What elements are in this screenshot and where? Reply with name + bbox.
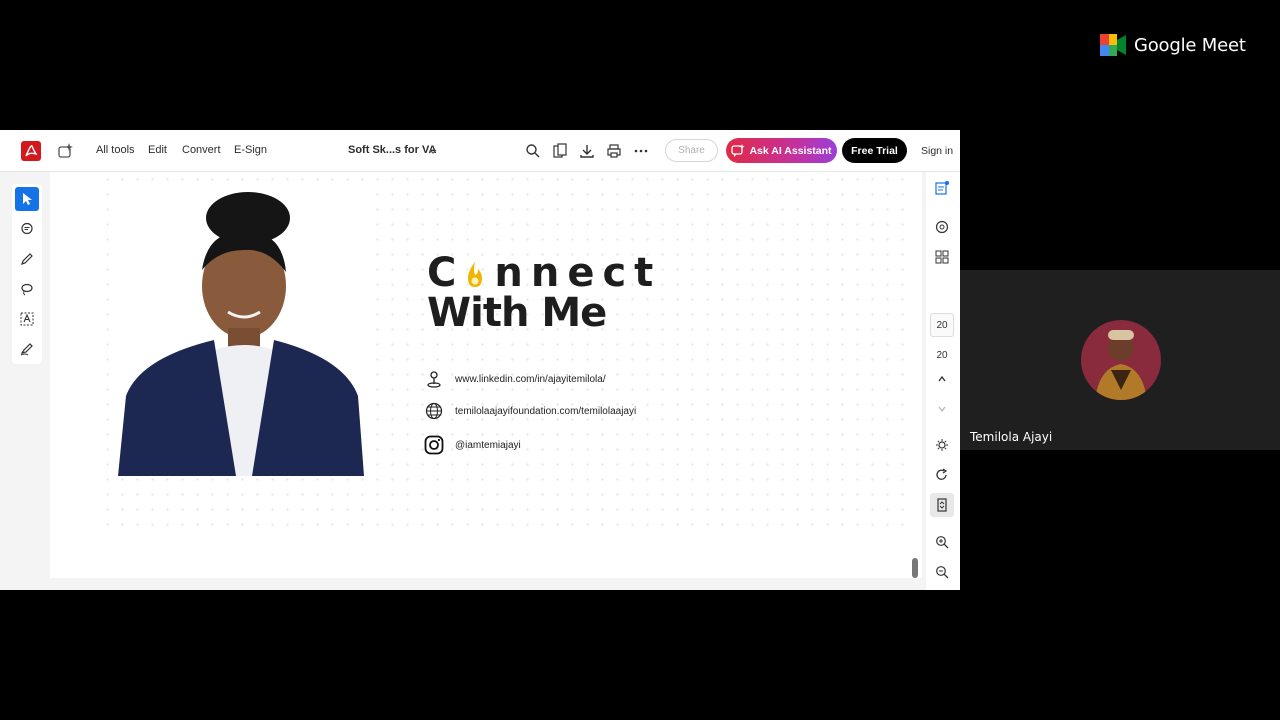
meet-camera-icon bbox=[1100, 34, 1126, 56]
ai-summary-icon[interactable] bbox=[930, 176, 954, 200]
zoom-in-icon[interactable] bbox=[930, 530, 954, 554]
search-icon[interactable] bbox=[522, 140, 544, 162]
share-button[interactable]: Share bbox=[665, 139, 718, 162]
page-fit-icon[interactable] bbox=[930, 493, 954, 517]
download-icon[interactable] bbox=[576, 140, 598, 162]
meet-stage: Google Meet Temilola Ajayi All tools Edi… bbox=[0, 0, 1280, 720]
chevron-up-icon[interactable] bbox=[930, 367, 954, 391]
contact-instagram-text: @iamtemiajayi bbox=[455, 439, 521, 451]
flame-o-icon bbox=[464, 253, 486, 287]
rotate-icon[interactable] bbox=[930, 463, 954, 487]
print-icon[interactable] bbox=[603, 140, 625, 162]
highlight-pen-icon[interactable] bbox=[15, 247, 39, 271]
comment-tool-icon[interactable] bbox=[15, 217, 39, 241]
chevron-down-icon[interactable] bbox=[930, 397, 954, 421]
select-tool-icon[interactable] bbox=[15, 187, 39, 211]
comments-panel-icon[interactable] bbox=[930, 215, 954, 239]
current-page-field[interactable]: 20 bbox=[930, 313, 954, 337]
thumbnails-grid-icon[interactable] bbox=[930, 245, 954, 269]
vertical-scrollbar[interactable] bbox=[912, 558, 918, 578]
sign-in-link[interactable]: Sign in bbox=[921, 145, 953, 157]
ai-chat-icon bbox=[731, 143, 746, 157]
menu-edit[interactable]: Edit bbox=[148, 144, 167, 156]
zoom-out-icon[interactable] bbox=[930, 560, 954, 584]
profile-photo bbox=[118, 190, 364, 476]
contact-instagram[interactable]: @iamtemiajayi bbox=[423, 434, 521, 456]
google-meet-logo: Google Meet bbox=[1100, 34, 1246, 56]
lasso-tool-icon[interactable] bbox=[15, 277, 39, 301]
acrobat-logo-icon[interactable] bbox=[20, 140, 42, 162]
text-box-icon[interactable] bbox=[15, 307, 39, 331]
free-trial-button[interactable]: Free Trial bbox=[842, 138, 907, 163]
shared-screen: All tools Edit Convert E-Sign Soft Sk...… bbox=[0, 130, 960, 590]
menu-all-tools[interactable]: All tools bbox=[96, 144, 135, 156]
viewer-toolbar: All tools Edit Convert E-Sign Soft Sk...… bbox=[0, 130, 960, 172]
document-page: C nnect With Me www.linkedin.com/in/ajay… bbox=[50, 172, 922, 578]
ai-magic-icon[interactable] bbox=[54, 140, 76, 162]
brightness-icon[interactable] bbox=[930, 433, 954, 457]
participant-avatar bbox=[1081, 320, 1161, 400]
instagram-icon bbox=[423, 434, 445, 456]
total-pages: 20 bbox=[936, 349, 948, 361]
globe-icon bbox=[423, 400, 445, 422]
contact-website[interactable]: temilolaajayifoundation.com/temilolaajay… bbox=[423, 400, 636, 422]
meet-brand-text: Google Meet bbox=[1134, 34, 1246, 56]
chevron-down-icon[interactable] bbox=[422, 140, 444, 162]
menu-convert[interactable]: Convert bbox=[182, 144, 221, 156]
ask-ai-label: Ask AI Assistant bbox=[749, 144, 832, 157]
location-pin-icon bbox=[423, 368, 445, 390]
menu-esign[interactable]: E-Sign bbox=[234, 144, 267, 156]
participant-name: Temilola Ajayi bbox=[970, 430, 1053, 444]
contact-linkedin-text: www.linkedin.com/in/ajayitemilola/ bbox=[455, 373, 606, 385]
ask-ai-assistant-button[interactable]: Ask AI Assistant bbox=[726, 138, 837, 163]
participant-tile[interactable]: Temilola Ajayi bbox=[960, 270, 1280, 450]
contact-linkedin[interactable]: www.linkedin.com/in/ajayitemilola/ bbox=[423, 368, 606, 390]
heading-with-me: With Me bbox=[427, 290, 607, 336]
pages-icon[interactable] bbox=[549, 140, 571, 162]
contact-website-text: temilolaajayifoundation.com/temilolaajay… bbox=[455, 405, 637, 417]
right-tool-rail: 20 20 bbox=[926, 172, 960, 590]
more-icon[interactable] bbox=[630, 140, 652, 162]
sign-pen-icon[interactable] bbox=[15, 337, 39, 361]
left-tool-rail bbox=[12, 184, 42, 364]
